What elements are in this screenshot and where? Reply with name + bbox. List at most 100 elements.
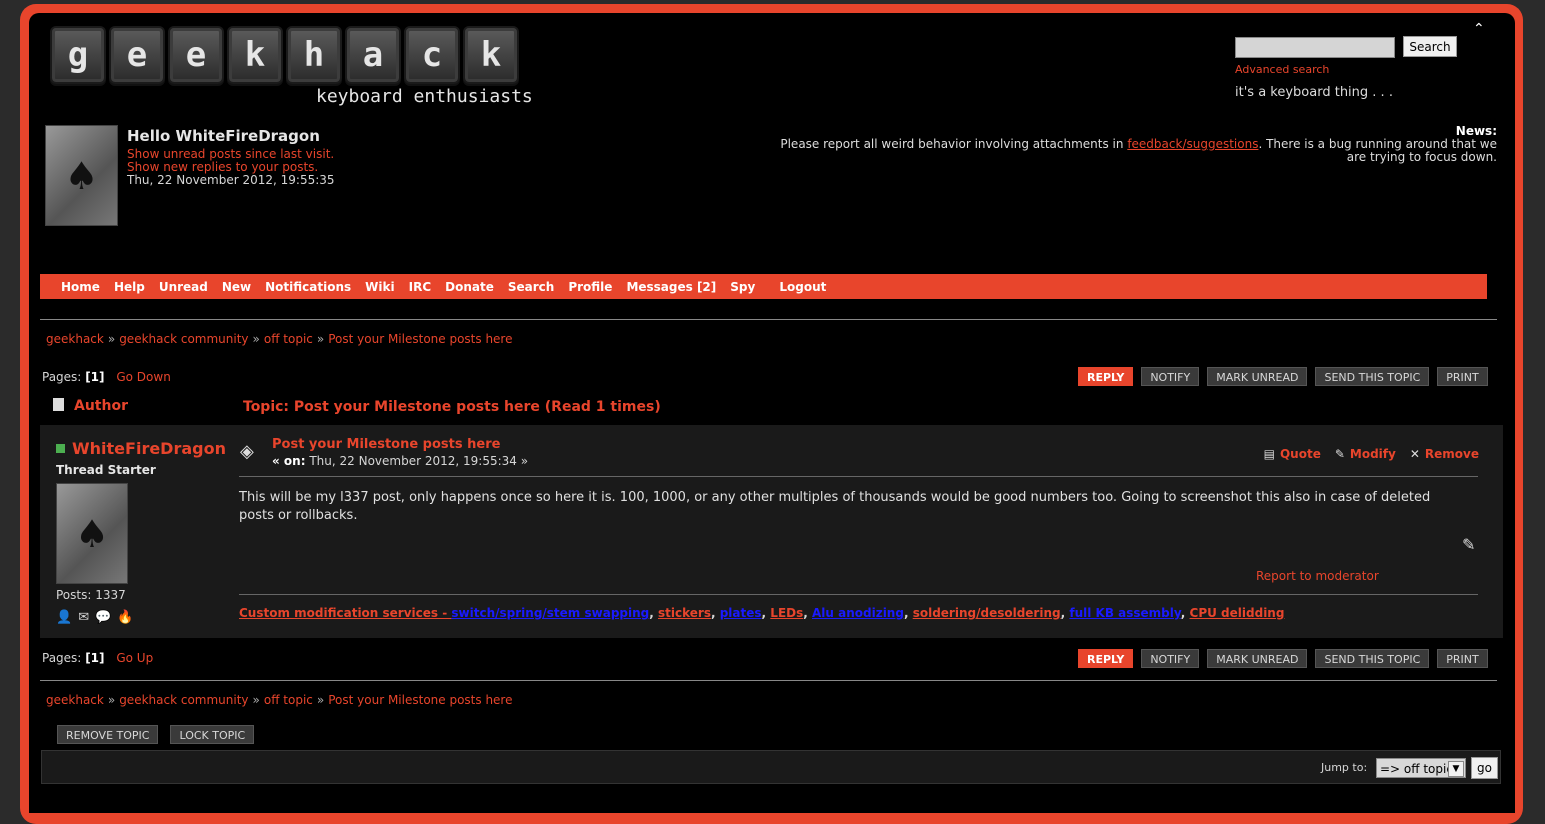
quote-button[interactable]: ▤ Quote	[1264, 447, 1321, 461]
signature-divider	[239, 594, 1478, 595]
quick-modify-icon[interactable]: ✎	[1462, 535, 1475, 554]
jump-go-button[interactable]: go	[1471, 757, 1498, 779]
breadcrumb-item[interactable]: Post your Milestone posts here	[328, 332, 512, 346]
chevron-up-icon[interactable]: ⌃	[1473, 21, 1485, 37]
breadcrumb-item[interactable]: off topic	[264, 332, 313, 346]
breadcrumb-item[interactable]: geekhack community	[119, 693, 248, 707]
post-date-prefix: « on:	[272, 454, 306, 468]
site-tagline: keyboard enthusiasts	[316, 86, 533, 107]
go-up-link[interactable]: Go Up	[116, 651, 153, 665]
advanced-search-link[interactable]: Advanced search	[1235, 63, 1329, 76]
signature-link[interactable]: LEDs	[770, 606, 803, 620]
signature-link[interactable]: CPU delidding	[1190, 606, 1285, 620]
report-to-moderator-link[interactable]: Report to moderator	[1256, 569, 1379, 583]
send-topic-button[interactable]: SEND THIS TOPIC	[1315, 649, 1430, 668]
lock-topic-button[interactable]: LOCK TOPIC	[170, 725, 255, 744]
search-input[interactable]	[1235, 37, 1395, 58]
remove-label: Remove	[1424, 447, 1479, 461]
jump-select[interactable]: => off topic ▼	[1376, 758, 1466, 778]
mark-unread-button[interactable]: MARK UNREAD	[1207, 649, 1308, 668]
post-date: « on: Thu, 22 November 2012, 19:55:34 »	[272, 454, 528, 468]
menu-new[interactable]: New	[222, 280, 251, 294]
feedback-link[interactable]: feedback/suggestions	[1127, 137, 1258, 151]
logo-key: c	[404, 26, 460, 84]
chevron-down-icon[interactable]: ▼	[1448, 761, 1464, 777]
breadcrumb-bottom: geekhack» geekhack community» off topic» Po…	[46, 693, 513, 707]
signature-lead[interactable]: Custom modification services -	[239, 606, 451, 620]
notify-button[interactable]: NOTIFY	[1141, 649, 1200, 668]
remove-topic-button[interactable]: REMOVE TOPIC	[57, 725, 159, 744]
online-status-icon	[56, 444, 65, 453]
email-icon[interactable]: ✉	[78, 610, 89, 625]
divider	[40, 319, 1497, 320]
reply-button[interactable]: REPLY	[1078, 367, 1134, 386]
logo-key: k	[463, 26, 519, 84]
logo-key: e	[109, 26, 165, 84]
signature-link[interactable]: stickers	[658, 606, 711, 620]
author-label: Author	[74, 398, 128, 414]
poster-name-text[interactable]: WhiteFireDragon	[72, 439, 226, 458]
pm-icon[interactable]: 💬	[95, 610, 111, 625]
poster-rank: Thread Starter	[56, 463, 156, 477]
print-button[interactable]: PRINT	[1437, 649, 1488, 668]
breadcrumb-item[interactable]: off topic	[264, 693, 313, 707]
user-avatar: ♠	[45, 125, 118, 226]
spade-icon: ♠	[64, 153, 99, 198]
menu-search[interactable]: Search	[508, 280, 554, 294]
signature-link[interactable]: Alu anodizing	[812, 606, 904, 620]
jump-label: Jump to:	[1321, 761, 1368, 774]
post: WhiteFireDragon Thread Starter ♠ Posts: …	[40, 425, 1503, 638]
menu-messages[interactable]: Messages [2]	[626, 280, 716, 294]
news-text-end: . There is a bug running around that we …	[1258, 137, 1497, 164]
modify-label: Modify	[1349, 447, 1396, 461]
menu-logout[interactable]: Logout	[779, 280, 826, 294]
menu-wiki[interactable]: Wiki	[365, 280, 394, 294]
signature-link[interactable]: switch/spring/stem swapping	[451, 606, 649, 620]
signature-link[interactable]: plates	[720, 606, 762, 620]
breadcrumb-item[interactable]: Post your Milestone posts here	[328, 693, 512, 707]
menu-help[interactable]: Help	[114, 280, 145, 294]
karma-icon[interactable]: 🔥	[117, 610, 133, 625]
signature-link[interactable]: full KB assembly	[1069, 606, 1180, 620]
breadcrumb-item[interactable]: geekhack	[46, 693, 104, 707]
modify-button[interactable]: ✎ Modify	[1335, 447, 1396, 461]
modify-icon: ✎	[1334, 447, 1345, 461]
breadcrumb-item[interactable]: geekhack	[46, 332, 104, 346]
post-body: This will be my l337 post, only happens …	[239, 490, 1431, 523]
news-label: News:	[1455, 124, 1497, 138]
go-down-link[interactable]: Go Down	[116, 370, 170, 384]
user-greeting: Hello WhiteFireDragon	[127, 127, 320, 145]
search-button[interactable]: Search	[1403, 36, 1457, 57]
quote-icon: ▤	[1263, 447, 1275, 461]
notify-button[interactable]: NOTIFY	[1141, 367, 1200, 386]
signature-link[interactable]: soldering/desoldering	[913, 606, 1061, 620]
topic-buttons-top: REPLY NOTIFY MARK UNREAD SEND THIS TOPIC…	[1078, 367, 1488, 386]
site-logo[interactable]: g e e k h a c k	[50, 26, 519, 84]
current-datetime: Thu, 22 November 2012, 19:55:35	[127, 173, 335, 187]
spade-icon: ♠	[74, 511, 110, 556]
menu-donate[interactable]: Donate	[445, 280, 494, 294]
remove-button[interactable]: ✕ Remove	[1410, 447, 1479, 461]
menu-profile[interactable]: Profile	[568, 280, 612, 294]
poster-avatar: ♠	[56, 483, 128, 584]
remove-icon: ✕	[1409, 447, 1420, 461]
current-page: [1]	[85, 651, 105, 665]
poster-name[interactable]: WhiteFireDragon	[56, 439, 226, 458]
menu-home[interactable]: Home	[61, 280, 100, 294]
send-topic-button[interactable]: SEND THIS TOPIC	[1315, 367, 1430, 386]
breadcrumb-item[interactable]: geekhack community	[119, 332, 248, 346]
post-subject[interactable]: Post your Milestone posts here	[272, 437, 500, 452]
print-button[interactable]: PRINT	[1437, 367, 1488, 386]
pagination-top: Pages: [1] Go Down	[42, 370, 171, 384]
menu-spy[interactable]: Spy	[730, 280, 755, 294]
menu-unread[interactable]: Unread	[159, 280, 208, 294]
reply-button[interactable]: REPLY	[1078, 649, 1134, 668]
main-menu: Home Help Unread New Notifications Wiki …	[40, 274, 1487, 299]
mark-unread-button[interactable]: MARK UNREAD	[1207, 367, 1308, 386]
post-icon: ◈	[240, 441, 254, 462]
menu-notifications[interactable]: Notifications	[265, 280, 351, 294]
menu-irc[interactable]: IRC	[409, 280, 432, 294]
profile-icon[interactable]: 👤	[56, 610, 72, 625]
logo-key: h	[286, 26, 342, 84]
post-date-text: Thu, 22 November 2012, 19:55:34 »	[309, 454, 529, 468]
